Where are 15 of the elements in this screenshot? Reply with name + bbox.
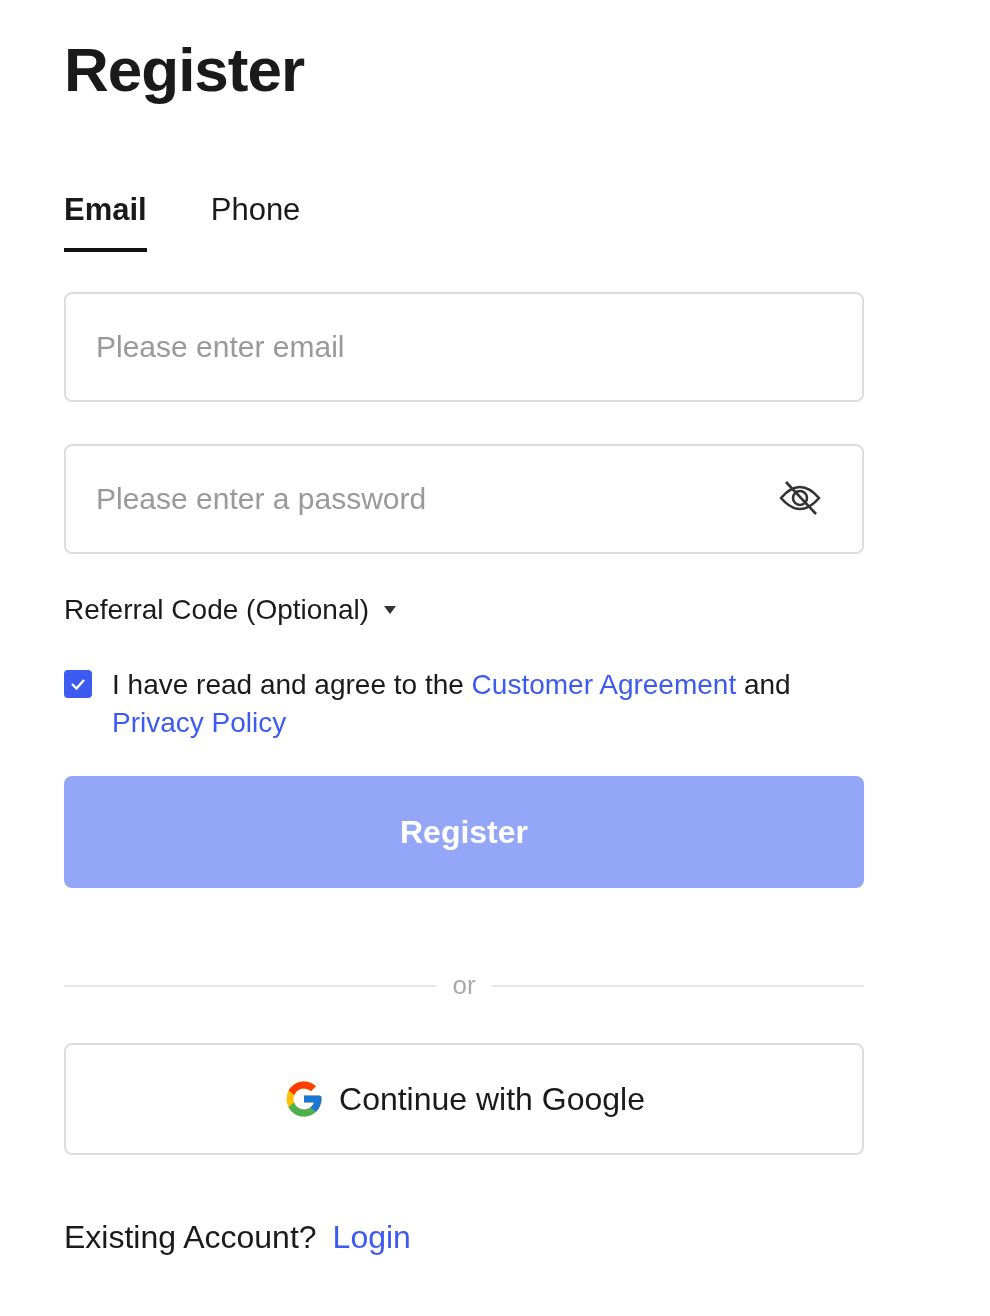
tab[interactable]: Phone: [210, 192, 301, 252]
page-title: Register: [64, 34, 306, 106]
google-button[interactable]: Continue with Google: [64, 1043, 864, 1155]
password-field[interactable]: Please enter a password: [64, 444, 864, 554]
existing-account-text: Existing Account?: [64, 1219, 317, 1256]
login-link[interactable]: Login: [332, 1219, 411, 1256]
referral-code-toggle[interactable]: Referral Code (Optional): [64, 594, 370, 626]
tab[interactable]: Email: [64, 192, 147, 252]
divider-label: or: [452, 970, 476, 1001]
caret-icon[interactable]: [383, 605, 398, 615]
email-field[interactable]: Please enter email: [64, 292, 864, 402]
checkbox[interactable]: [64, 670, 92, 698]
agreement-text: I have read and agree to the Customer Agreement and Privacy Policy: [112, 668, 792, 740]
privacy-policy-link[interactable]: Privacy Policy: [112, 707, 287, 738]
customer-agreement-link[interactable]: Customer Agreement: [471, 669, 737, 700]
